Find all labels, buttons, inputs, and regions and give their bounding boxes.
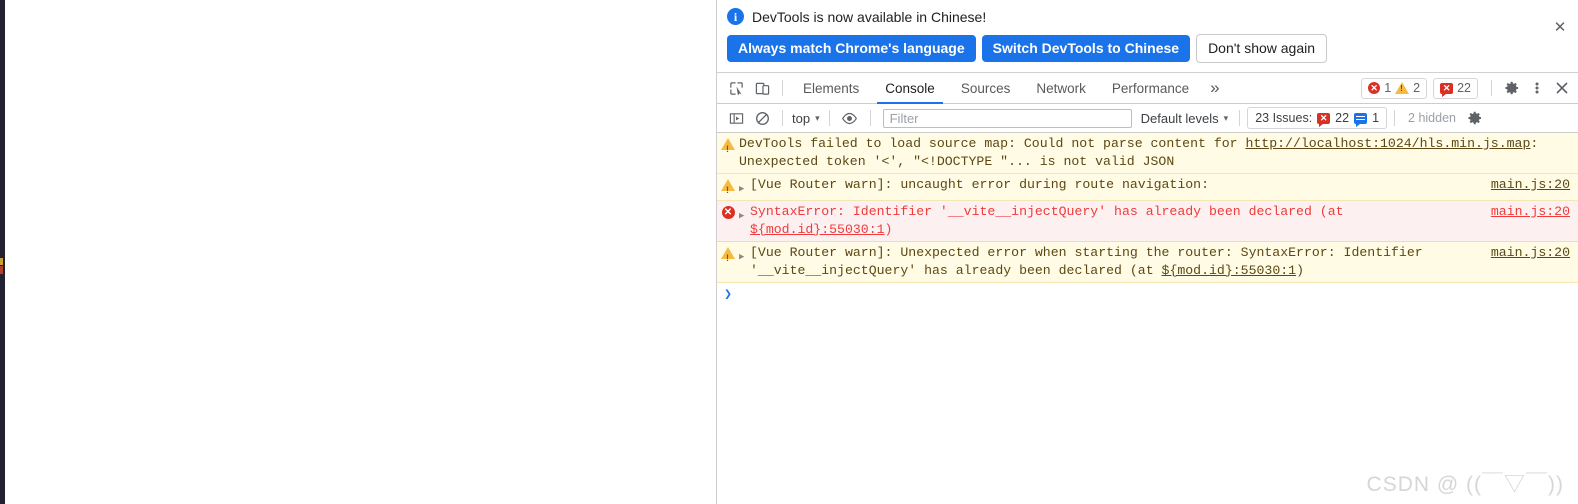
expand-arrow-icon[interactable]: ▶ <box>739 203 750 225</box>
console-message-warning-router-nav[interactable]: ▶ [Vue Router warn]: uncaught error duri… <box>717 174 1578 201</box>
page-viewport <box>5 0 716 504</box>
execution-context-label: top <box>792 110 811 126</box>
screenshot-root: i DevTools is now available in Chinese! … <box>0 0 1578 504</box>
issues-summary-button[interactable]: 23 Issues: ✕ 22 1 <box>1247 107 1388 129</box>
console-sidebar-icon[interactable] <box>723 105 749 131</box>
chevron-down-icon-levels: ▾ <box>1223 112 1229 123</box>
message-tail: ) <box>1296 263 1304 278</box>
error-circle-icon: ✕ <box>717 203 739 219</box>
tab-sources[interactable]: Sources <box>948 73 1024 104</box>
more-tabs-chevron-icon[interactable]: » <box>1202 73 1227 104</box>
console-message-source[interactable]: main.js:20 <box>1491 244 1578 262</box>
device-toolbar-icon[interactable] <box>749 75 775 101</box>
console-prompt[interactable]: ❯ <box>717 283 1578 305</box>
always-match-language-button[interactable]: Always match Chrome's language <box>727 35 976 62</box>
tab-network[interactable]: Network <box>1023 73 1099 104</box>
filterbar-divider-1 <box>782 110 783 126</box>
filter-input[interactable] <box>882 108 1132 128</box>
source-map-link[interactable]: http://localhost:1024/hls.min.js.map <box>1245 136 1530 151</box>
close-icon[interactable] <box>1549 76 1574 101</box>
error-warning-counter[interactable]: ✕ 1 2 <box>1361 77 1428 99</box>
issues-info-count: 1 <box>1372 111 1380 125</box>
filterbar-divider-4 <box>1239 110 1241 126</box>
hidden-messages-label: 2 hidden <box>1408 111 1456 125</box>
filterbar-divider-3 <box>869 110 871 126</box>
devtools-language-banner: i DevTools is now available in Chinese! … <box>717 0 1578 73</box>
console-message-source[interactable]: main.js:20 <box>1491 203 1578 221</box>
inspect-element-icon[interactable] <box>723 75 749 101</box>
message-badge-icon <box>1354 112 1368 127</box>
error-count: 1 <box>1384 81 1392 95</box>
console-message-text: [Vue Router warn]: uncaught error during… <box>750 177 1209 192</box>
devtools-panel: i DevTools is now available in Chinese! … <box>716 0 1578 504</box>
console-message-warning-router-start[interactable]: ▶ [Vue Router warn]: Unexpected error wh… <box>717 242 1578 283</box>
toolbar-divider <box>782 80 783 96</box>
issue-count: 22 <box>1457 81 1471 95</box>
tab-elements[interactable]: Elements <box>790 73 872 104</box>
devtools-tab-bar: Elements Console Sources Network Perform… <box>717 73 1578 104</box>
error-location-link[interactable]: ${mod.id}:55030:1 <box>1162 263 1297 278</box>
log-levels-label: Default levels <box>1140 110 1219 126</box>
execution-context-selector[interactable]: top ▾ <box>790 111 822 126</box>
tab-console[interactable]: Console <box>872 73 948 104</box>
tab-performance[interactable]: Performance <box>1099 73 1202 104</box>
issue-badge-icon: ✕ <box>1440 82 1454 97</box>
console-message-text: SyntaxError: Identifier '__vite__injectQ… <box>750 203 1491 239</box>
kebab-menu-icon[interactable] <box>1524 76 1549 101</box>
error-circle-icon: ✕ <box>1368 82 1381 94</box>
console-message-text: DevTools failed to load source map: Coul… <box>739 135 1578 171</box>
prompt-caret-icon: ❯ <box>724 287 732 302</box>
message-body: [Vue Router warn]: Unexpected error when… <box>750 245 1431 278</box>
issue-badge-icon-filter: ✕ <box>1317 112 1331 127</box>
warning-count: 2 <box>1413 81 1421 95</box>
warning-triangle-icon <box>717 244 739 267</box>
toolbar-divider-2 <box>1491 80 1492 96</box>
console-message-error-syntaxerror[interactable]: ✕ ▶ SyntaxError: Identifier '__vite__inj… <box>717 201 1578 242</box>
issues-error-count: 22 <box>1335 111 1350 125</box>
banner-button-row: Always match Chrome's language Switch De… <box>727 34 1568 63</box>
issues-label: 23 Issues: <box>1255 111 1313 125</box>
live-expression-icon[interactable] <box>837 105 863 131</box>
console-message-text: [Vue Router warn]: Unexpected error when… <box>750 244 1491 280</box>
warning-triangle-icon <box>717 176 739 199</box>
info-icon: i <box>727 8 744 25</box>
edge-artifact-yellow <box>0 258 3 265</box>
banner-message-row: i DevTools is now available in Chinese! <box>727 8 1568 25</box>
warning-triangle-icon <box>717 135 739 158</box>
chevron-down-icon: ▾ <box>815 112 820 123</box>
warning-triangle-icon <box>1395 82 1410 94</box>
issues-counter[interactable]: ✕ 22 <box>1433 77 1478 99</box>
banner-message: DevTools is now available in Chinese! <box>752 8 987 25</box>
console-message-warning-sourcemap[interactable]: DevTools failed to load source map: Coul… <box>717 133 1578 174</box>
console-message-list[interactable]: DevTools failed to load source map: Coul… <box>717 133 1578 504</box>
console-filter-bar: top ▾ Default levels ▾ 23 Issues: ✕ 22 <box>717 104 1578 133</box>
clear-console-icon[interactable] <box>749 105 775 131</box>
log-levels-selector[interactable]: Default levels ▾ <box>1137 111 1233 126</box>
edge-artifact-red <box>0 266 3 274</box>
message-body: DevTools failed to load source map: Coul… <box>739 136 1246 151</box>
watermark: CSDN @ ((￣▽￣)) <box>1366 473 1564 496</box>
filterbar-divider-5 <box>1394 110 1396 126</box>
error-location-link[interactable]: ${mod.id}:55030:1 <box>750 222 885 237</box>
expand-arrow-icon[interactable]: ▶ <box>739 176 750 198</box>
switch-devtools-language-button[interactable]: Switch DevTools to Chinese <box>981 35 1191 62</box>
message-body: SyntaxError: Identifier '__vite__injectQ… <box>750 204 1352 219</box>
banner-close-icon[interactable]: ✕ <box>1552 20 1568 36</box>
panel-tabs: Elements Console Sources Network Perform… <box>790 73 1228 104</box>
filterbar-divider-2 <box>828 110 830 126</box>
expand-arrow-icon[interactable]: ▶ <box>739 244 750 266</box>
console-settings-gear-icon[interactable] <box>1462 106 1487 131</box>
dont-show-again-button[interactable]: Don't show again <box>1196 34 1328 63</box>
message-tail: ) <box>884 222 893 237</box>
gear-icon[interactable] <box>1499 76 1524 101</box>
console-prompt-input[interactable] <box>739 287 1578 303</box>
console-message-source[interactable]: main.js:20 <box>1491 176 1578 194</box>
